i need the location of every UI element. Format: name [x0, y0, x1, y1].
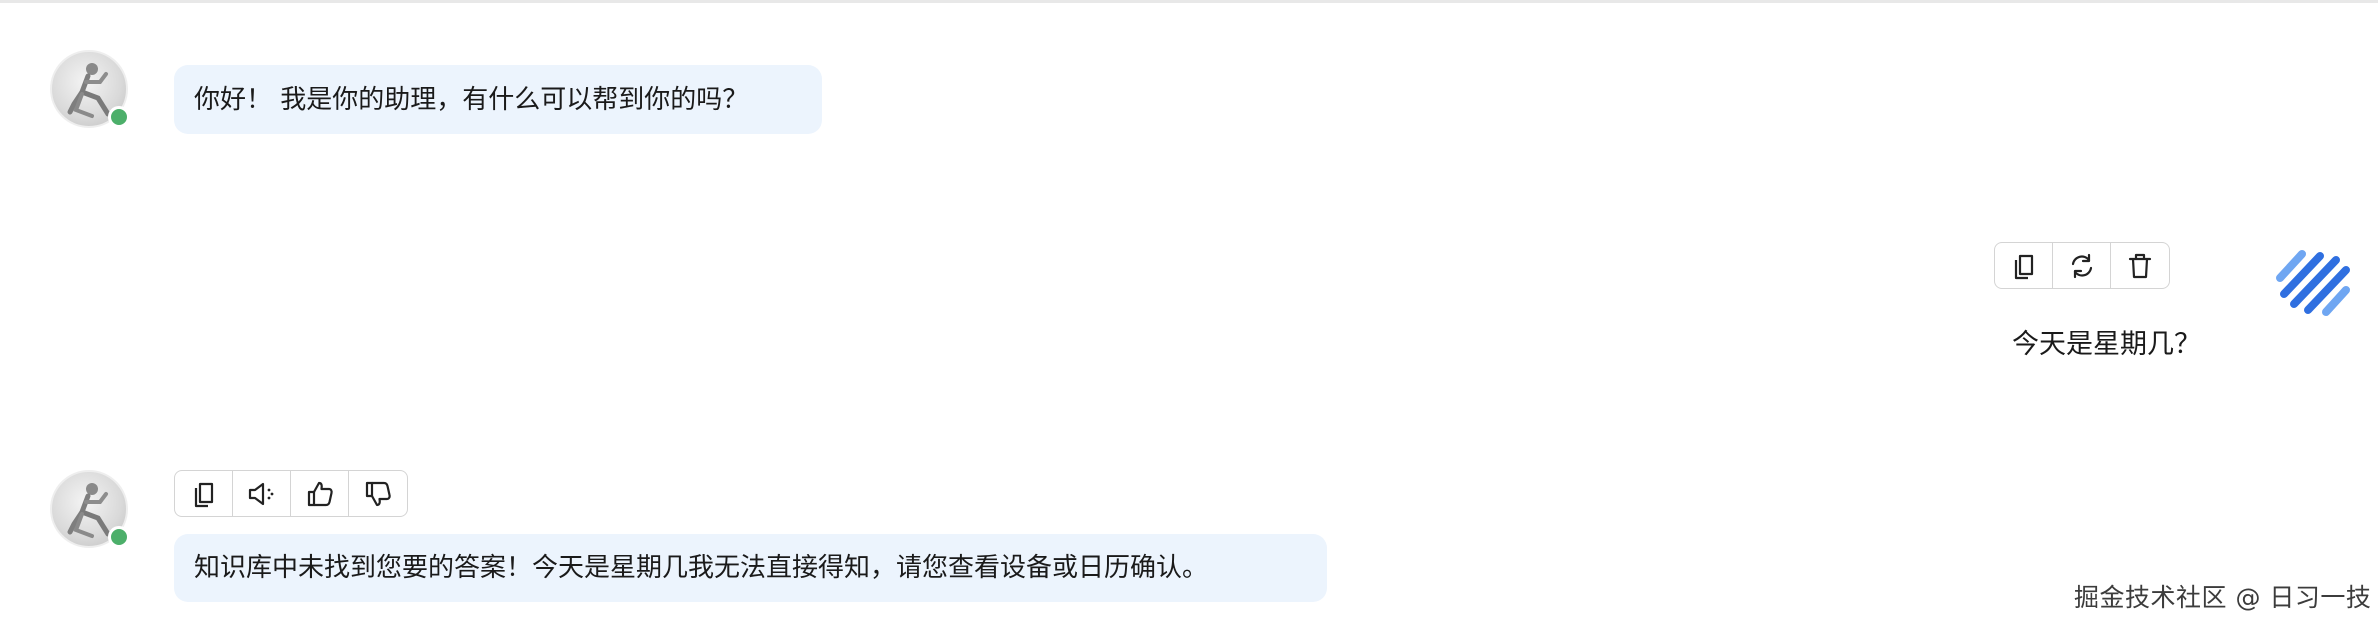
thumbs-up-icon: [307, 481, 333, 506]
delete-button[interactable]: [2111, 243, 2169, 288]
speaker-icon: [248, 482, 273, 505]
regenerate-button[interactable]: [2053, 243, 2111, 288]
refresh-icon: [2071, 253, 2092, 278]
online-status-dot: [108, 526, 130, 548]
thumbs-down-icon: [365, 481, 391, 506]
user-message-toolbar: [1994, 242, 2170, 289]
copy-icon: [2014, 254, 2033, 279]
striped-logo-icon[interactable]: [2274, 242, 2352, 320]
assistant-avatar[interactable]: [50, 50, 130, 128]
watermark: 掘金技术社区 @ 日习一技: [2074, 583, 2372, 612]
copy-icon: [194, 482, 213, 507]
trash-icon: [2128, 253, 2152, 278]
top-divider: [0, 0, 2378, 3]
copy-button[interactable]: [1995, 243, 2053, 288]
message-text: 你好！ 我是你的助理，有什么可以帮到你的吗？: [194, 84, 749, 115]
assistant-message-bubble: 你好！ 我是你的助理，有什么可以帮到你的吗？: [174, 65, 822, 134]
like-button[interactable]: [291, 471, 349, 516]
assistant-message-bubble: 知识库中未找到您要的答案！今天是星期几我无法直接得知，请您查看设备或日历确认。: [174, 534, 1327, 602]
message-text: 知识库中未找到您要的答案！今天是星期几我无法直接得知，请您查看设备或日历确认。: [194, 553, 1209, 583]
dislike-button[interactable]: [349, 471, 407, 516]
online-status-dot: [108, 106, 130, 128]
user-message-text: 今天是星期几？: [2012, 329, 2201, 360]
read-aloud-button[interactable]: [233, 471, 291, 516]
assistant-message-toolbar: [174, 470, 408, 517]
assistant-avatar[interactable]: [50, 470, 130, 548]
copy-button[interactable]: [175, 471, 233, 516]
